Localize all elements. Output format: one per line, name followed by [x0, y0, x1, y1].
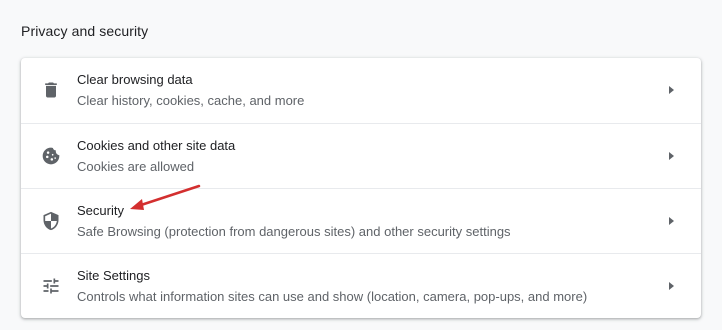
tune-icon — [41, 276, 61, 296]
row-label: Site Settings — [77, 268, 150, 283]
row-label: Security — [77, 203, 124, 218]
security-row[interactable]: Security Safe Browsing (protection from … — [21, 188, 701, 254]
row-label: Cookies and other site data — [77, 138, 236, 153]
cookie-icon — [41, 146, 61, 166]
section-title: Privacy and security — [21, 23, 149, 39]
chevron-right-icon — [665, 84, 677, 96]
chevron-right-icon — [665, 150, 677, 162]
shield-icon — [41, 211, 61, 231]
row-sublabel: Controls what information sites can use … — [77, 289, 588, 304]
row-label: Clear browsing data — [77, 72, 193, 87]
chevron-right-icon — [665, 215, 677, 227]
privacy-security-card: Clear browsing data Clear history, cooki… — [21, 58, 701, 318]
row-sublabel: Clear history, cookies, cache, and more — [77, 93, 305, 108]
row-sublabel: Safe Browsing (protection from dangerous… — [77, 224, 511, 239]
cookies-site-data-row[interactable]: Cookies and other site data Cookies are … — [21, 123, 701, 189]
site-settings-row[interactable]: Site Settings Controls what information … — [21, 253, 701, 318]
chevron-right-icon — [665, 280, 677, 292]
trash-icon — [41, 80, 61, 100]
row-sublabel: Cookies are allowed — [77, 159, 195, 174]
clear-browsing-data-row[interactable]: Clear browsing data Clear history, cooki… — [21, 58, 701, 123]
